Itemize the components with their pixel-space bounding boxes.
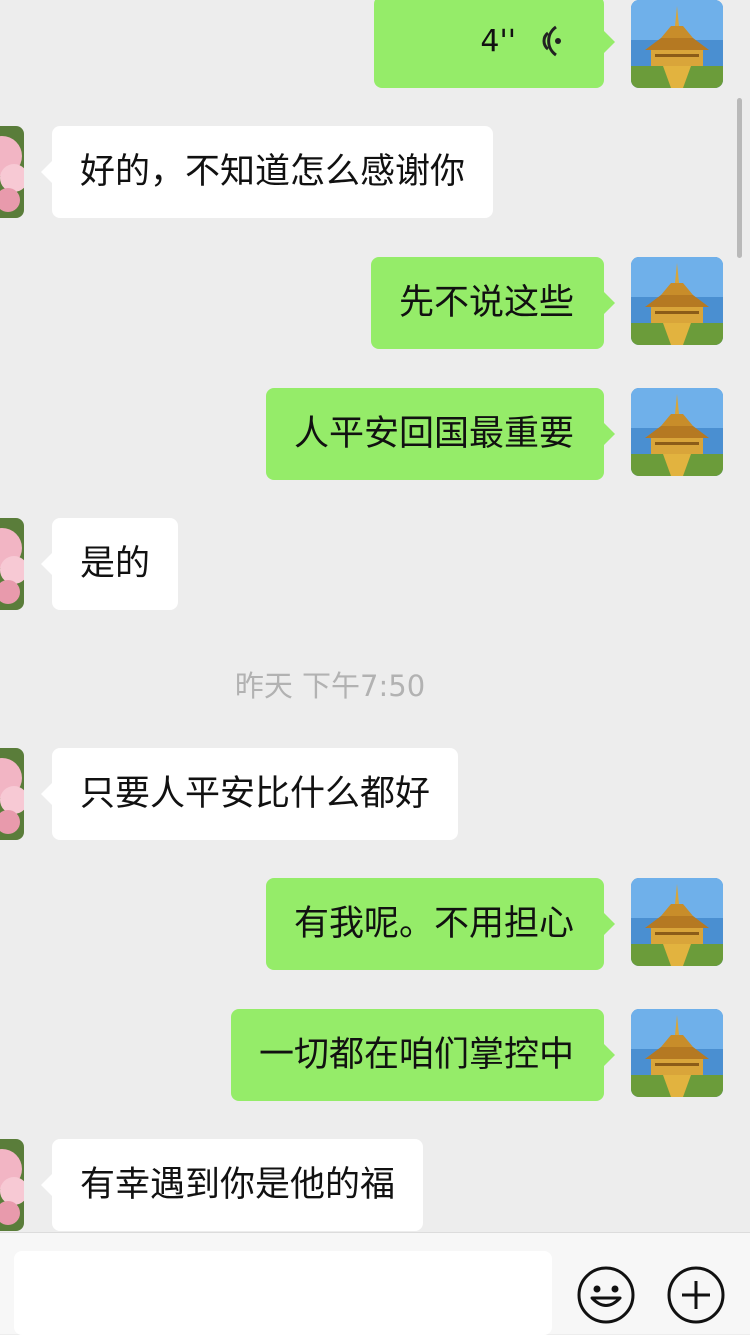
message-bubble-sent[interactable]: 有我呢。不用担心 bbox=[265, 878, 616, 970]
my-avatar[interactable] bbox=[631, 878, 723, 966]
message-bubble-received[interactable]: 是的 bbox=[40, 518, 179, 610]
message-text: 只要人平安比什么都好 bbox=[80, 774, 431, 814]
my-avatar[interactable] bbox=[631, 257, 723, 345]
voice-message-bubble[interactable]: 4'' bbox=[374, 0, 615, 88]
palace-avatar-icon bbox=[631, 388, 723, 476]
flower-avatar-icon bbox=[0, 126, 24, 218]
message-bubble-received[interactable]: 只要人平安比什么都好 bbox=[40, 748, 459, 840]
contact-avatar[interactable] bbox=[0, 748, 24, 840]
emoji-icon bbox=[577, 1266, 635, 1324]
message-input[interactable] bbox=[14, 1251, 552, 1335]
timestamp: 昨天 下午7:50 bbox=[234, 669, 426, 703]
message-bubble-received[interactable]: 好的，不知道怎么感谢你 bbox=[40, 126, 494, 218]
more-button[interactable] bbox=[666, 1265, 726, 1325]
voice-duration: 4'' bbox=[480, 24, 516, 59]
flower-avatar-icon bbox=[0, 1139, 24, 1231]
voice-wave-icon bbox=[542, 25, 561, 57]
message-text: 人平安回国最重要 bbox=[293, 414, 574, 454]
flower-avatar-icon bbox=[0, 748, 24, 840]
input-toolbar bbox=[0, 1232, 750, 1335]
message-text: 先不说这些 bbox=[398, 283, 574, 323]
my-avatar[interactable] bbox=[631, 0, 723, 88]
palace-avatar-icon bbox=[631, 257, 723, 345]
contact-avatar[interactable] bbox=[0, 126, 24, 218]
emoji-button[interactable] bbox=[576, 1265, 636, 1325]
message-text: 有我呢。不用担心 bbox=[293, 904, 574, 944]
message-bubble-sent[interactable]: 一切都在咱们掌控中 bbox=[230, 1009, 616, 1101]
scrollbar[interactable] bbox=[737, 98, 742, 258]
plus-icon bbox=[667, 1266, 725, 1324]
message-bubble-sent[interactable]: 人平安回国最重要 bbox=[265, 388, 616, 480]
contact-avatar[interactable] bbox=[0, 518, 24, 610]
message-text: 一切都在咱们掌控中 bbox=[258, 1035, 574, 1075]
message-text: 是的 bbox=[80, 544, 151, 584]
my-avatar[interactable] bbox=[631, 388, 723, 476]
palace-avatar-icon bbox=[631, 878, 723, 966]
flower-avatar-icon bbox=[0, 518, 24, 610]
palace-avatar-icon bbox=[631, 0, 723, 88]
my-avatar[interactable] bbox=[631, 1009, 723, 1097]
message-bubble-sent[interactable]: 先不说这些 bbox=[370, 257, 616, 349]
palace-avatar-icon bbox=[631, 1009, 723, 1097]
message-text: 好的，不知道怎么感谢你 bbox=[80, 152, 466, 192]
message-bubble-received[interactable]: 有幸遇到你是他的福 bbox=[40, 1139, 424, 1231]
contact-avatar[interactable] bbox=[0, 1139, 24, 1231]
chat-area[interactable]: 4'' 好的，不知道怎么感谢你 先不说这些 人平安回国最重要 是的 昨天 下午7… bbox=[0, 0, 750, 1232]
message-text: 有幸遇到你是他的福 bbox=[80, 1165, 396, 1205]
